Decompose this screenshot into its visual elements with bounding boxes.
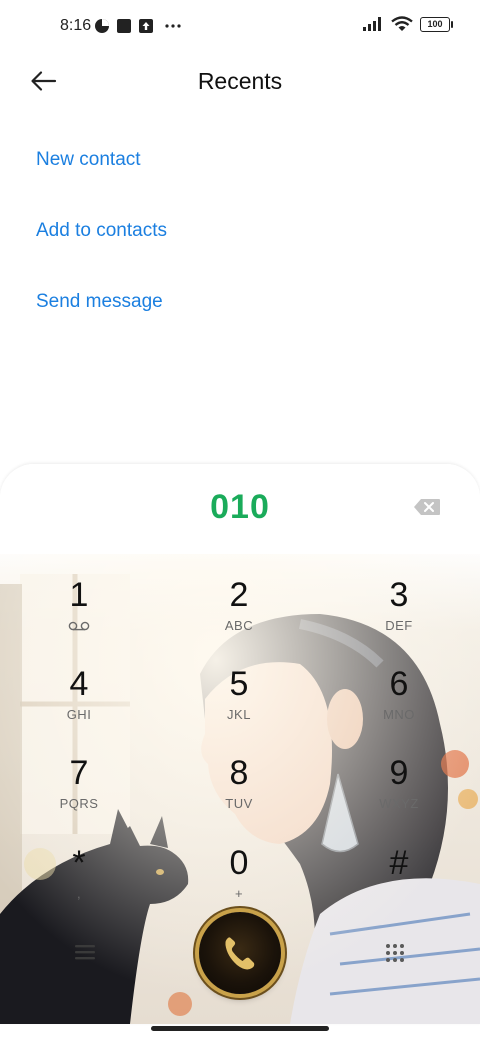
key-7[interactable]: 7 PQRS — [24, 754, 134, 834]
signal-icon — [363, 17, 381, 31]
dialer-panel: 010 1 2 ABC 3 DEF 4 GHI 5 JKL 6 MNO 7 PQ… — [0, 464, 480, 1024]
key-digit: 8 — [229, 754, 249, 792]
key-digit: 9 — [389, 754, 409, 792]
key-9[interactable]: 9 WXYZ — [344, 754, 454, 834]
key-letters: DEF — [385, 618, 413, 633]
key-2[interactable]: 2 ABC — [184, 576, 294, 656]
key-digit: 4 — [69, 665, 89, 703]
page-title: Recents — [197, 68, 283, 94]
voicemail-icon — [68, 621, 90, 631]
key-letters: + — [234, 886, 244, 901]
key-digit: 5 — [229, 665, 249, 703]
battery-indicator: 100 — [420, 16, 453, 32]
key-hash[interactable]: # — [344, 844, 454, 924]
key-3[interactable]: 3 DEF — [344, 576, 454, 656]
key-8[interactable]: 8 TUV — [184, 754, 294, 834]
key-letters: TUV — [225, 796, 253, 811]
key-digit: * — [72, 844, 86, 882]
key-1[interactable]: 1 — [24, 576, 134, 656]
key-digit: 7 — [69, 754, 89, 792]
menu-icon — [75, 945, 95, 960]
dialpad-grid-icon — [386, 944, 404, 962]
key-digit: 6 — [389, 665, 409, 703]
backspace-icon — [414, 499, 440, 515]
key-letters: GHI — [66, 707, 92, 722]
key-letters: JKL — [227, 707, 251, 722]
send-message-link[interactable]: Send message — [36, 291, 163, 313]
add-to-contacts-link[interactable]: Add to contacts — [36, 220, 167, 242]
status-time: 8:16 — [60, 17, 92, 34]
home-indicator[interactable] — [151, 1026, 329, 1031]
key-digit: 0 — [229, 844, 249, 882]
more-notifications-icon — [165, 24, 181, 28]
menu-button[interactable] — [72, 942, 98, 962]
key-4[interactable]: 4 GHI — [24, 665, 134, 745]
key-digit: # — [389, 844, 409, 882]
key-letters: PQRS — [59, 796, 99, 811]
new-contact-link[interactable]: New contact — [36, 149, 141, 171]
upload-notification-icon — [139, 19, 153, 33]
key-letters: ABC — [224, 618, 254, 633]
dialpad-toggle-button[interactable] — [384, 942, 406, 964]
app-notification-icon — [95, 19, 109, 33]
header: Recents — [0, 56, 480, 108]
wifi-icon — [391, 16, 413, 31]
key-digit: 3 — [389, 576, 409, 614]
key-5[interactable]: 5 JKL — [184, 665, 294, 745]
key-letters: , — [76, 886, 82, 901]
key-digit: 2 — [229, 576, 249, 614]
call-button[interactable] — [199, 912, 281, 994]
backspace-button[interactable] — [413, 498, 441, 516]
key-letters: MNO — [383, 707, 415, 722]
key-digit: 1 — [69, 576, 89, 614]
dialed-number: 010 — [210, 488, 270, 526]
phone-icon — [225, 937, 255, 970]
status-bar: 8:16 100 — [0, 0, 480, 56]
square-notification-icon — [117, 19, 131, 33]
key-star[interactable]: * , — [24, 844, 134, 924]
key-letters: WXYZ — [379, 796, 419, 811]
key-6[interactable]: 6 MNO — [344, 665, 454, 745]
